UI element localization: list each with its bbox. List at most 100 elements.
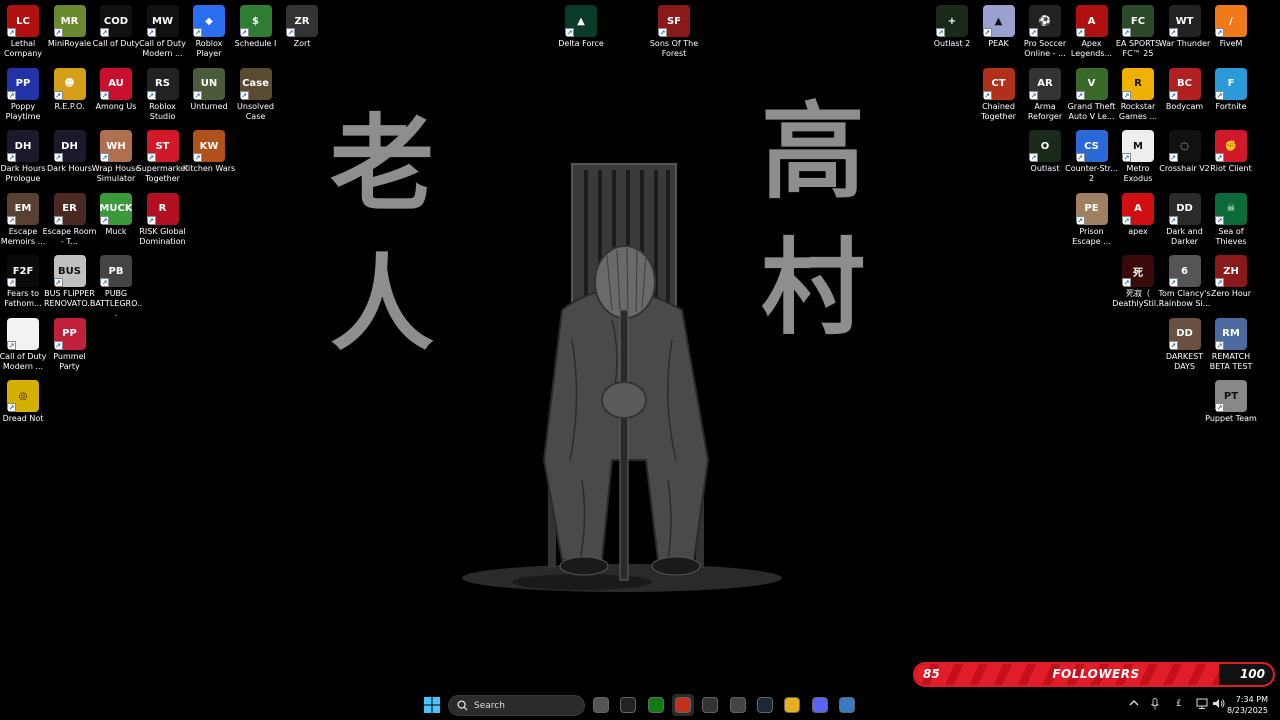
- desktop-icon-escape-memoirs[interactable]: EM ↗ Escape Memoirs ...: [0, 192, 46, 247]
- desktop-icon-delta-force[interactable]: ▲ ↗ Delta Force: [558, 5, 604, 49]
- desktop-icon-lethal-company[interactable]: LC ↗ Lethal Company: [0, 5, 46, 59]
- desktop-icon-metro-exodus[interactable]: M ↗ Metro Exodus: [1115, 130, 1161, 184]
- shortcut-arrow-icon: ↗: [193, 153, 202, 162]
- desktop-icon-label: Fortnite: [1215, 101, 1247, 111]
- desktop-icon-call-of-duty[interactable]: COD ↗ Call of Duty: [93, 5, 139, 49]
- desktop-icon-schedule-i[interactable]: $ ↗ Schedule I: [233, 5, 279, 49]
- steam-icon: [757, 697, 773, 713]
- desktop-icon-darkest-days[interactable]: DD ↗ DARKEST DAYS: [1162, 317, 1208, 372]
- desktop-icon-arma-reforger[interactable]: AR ↗ Arma Reforger: [1022, 67, 1068, 122]
- desktop-icon-apex[interactable]: A ↗ apex: [1115, 192, 1161, 237]
- desktop-icon-fortnite[interactable]: F ↗ Fortnite: [1208, 67, 1254, 112]
- desktop-icon-bus-flipper-renovato[interactable]: BUS ↗ BUS FLIPPER RENOVATO...: [44, 255, 95, 309]
- desktop-icon-puppet-team[interactable]: PT ↗ Puppet Team: [1205, 380, 1257, 424]
- desktop-icon-ea-sports-fc-25[interactable]: FC ↗ EA SPORTS FC™ 25: [1115, 5, 1161, 59]
- photos-button[interactable]: [836, 694, 858, 716]
- desktop-icon-counter-str-2[interactable]: CS ↗ Counter-Str... 2: [1065, 130, 1118, 184]
- desktop-icon-kitchen-wars[interactable]: KW ↗ Kitchen Wars: [183, 130, 235, 174]
- desktop-icon-bodycam[interactable]: BC ↗ Bodycam: [1162, 67, 1208, 112]
- desktop-icon-tom-clancy-s-rainbow-si[interactable]: 6 ↗ Tom Clancy's Rainbow Si...: [1158, 255, 1211, 309]
- taskbar-clock[interactable]: 7:34 PM 8/23/2025: [1227, 694, 1268, 716]
- desktop-icon-war-thunder[interactable]: WT ↗ War Thunder: [1159, 5, 1210, 49]
- app-icon: EM ↗: [7, 192, 39, 225]
- desktop-icon-zort[interactable]: ZR ↗ Zort: [279, 5, 325, 49]
- input-language-indicator[interactable]: £: [1176, 699, 1182, 709]
- desktop-icon-rockstar-games[interactable]: R ↗ Rockstar Games ...: [1115, 67, 1161, 122]
- desktop-icon-outlast-2[interactable]: + ↗ Outlast 2: [929, 5, 975, 49]
- desktop-icon-sons-of-the-forest[interactable]: SF ↗ Sons Of The Forest: [650, 5, 698, 59]
- desktop-icon-r-e-p-o[interactable]: ☻ ↗ R.E.P.O.: [47, 67, 93, 112]
- desktop-icon-wrap-house-simulator[interactable]: WH ↗ Wrap House Simulator: [92, 130, 140, 184]
- desktop-icon-outlast[interactable]: O ↗ Outlast: [1022, 130, 1068, 174]
- app-icon: AU ↗: [100, 67, 132, 100]
- desktop-icon-riot-client[interactable]: ✊ ↗ Riot Client: [1208, 130, 1254, 174]
- desktop-icon-peak[interactable]: ▲ ↗ PEAK: [976, 5, 1022, 49]
- taskbar-search-box[interactable]: Search: [448, 695, 585, 716]
- microphone-tray-button[interactable]: [1150, 698, 1160, 713]
- desktop-icon-deathlystil[interactable]: 死 ↗ 死寂（ DeathlyStil...: [1112, 255, 1164, 309]
- desktop-icon-call-of-duty-modern[interactable]: MW ↗ Call of Duty Modern ...: [139, 5, 186, 59]
- desktop-icon-apex-legends[interactable]: A ↗ Apex Legends...: [1069, 5, 1115, 59]
- app-icon-glyph: AU: [108, 78, 124, 89]
- desktop-icon-prison-escape[interactable]: PE ↗ Prison Escape ...: [1069, 192, 1115, 247]
- desktop-icon-label: PUBG BATTLEGRO...: [89, 289, 143, 318]
- app-icon-glyph: ▲: [577, 15, 585, 27]
- file-explorer-button[interactable]: [781, 694, 803, 716]
- desktop-icon-call-of-duty-modern[interactable]: ↗ Call of Duty Modern ...: [0, 317, 46, 372]
- desktop-icon-unturned[interactable]: UN ↗ Unturned: [186, 67, 232, 112]
- desktop-icon-roblox-studio[interactable]: RS ↗ Roblox Studio: [140, 67, 186, 122]
- discord-button[interactable]: [809, 694, 831, 716]
- desktop-icon-label: Zero Hour: [1210, 289, 1252, 298]
- app-icon: F2F ↗: [7, 255, 39, 287]
- desktop-icon-among-us[interactable]: AU ↗ Among Us: [93, 67, 139, 112]
- desktop-icon-fears-to-fathom[interactable]: F2F ↗ Fears to Fathom...: [0, 255, 46, 309]
- shortcut-arrow-icon: ↗: [53, 28, 63, 37]
- desktop-icon-escape-room-t[interactable]: ER ↗ Escape Room - T...: [43, 192, 96, 247]
- desktop-icon-risk-global-domination[interactable]: R ↗ RISK Global Domination: [139, 192, 186, 247]
- taskbar: Search £ 7:34 PM 8/23/2025: [0, 690, 1280, 720]
- desktop-icon-pro-soccer-online[interactable]: ⚽ ↗ Pro Soccer Online - ...: [1022, 5, 1068, 59]
- medal-button[interactable]: [727, 694, 749, 716]
- desktop-icon-poppy-playtime[interactable]: PP ↗ Poppy Playtime: [0, 67, 46, 122]
- epic-button[interactable]: [699, 694, 721, 716]
- app-icon-glyph: PT: [1223, 390, 1239, 402]
- desktop-icon-miniroyale[interactable]: MR ↗ MiniRoyale: [47, 5, 93, 49]
- desktop-icon-zero-hour[interactable]: ZH ↗ Zero Hour: [1208, 255, 1254, 299]
- network-tray-button[interactable]: [1196, 698, 1208, 712]
- app-icon-glyph: R: [1134, 78, 1142, 89]
- desktop-icon-dark-and-darker[interactable]: DD ↗ Dark and Darker: [1162, 192, 1208, 247]
- desktop-icon-pubg-battlegro[interactable]: PB ↗ PUBG BATTLEGRO...: [90, 255, 142, 319]
- desktop-icon-unsolved-case[interactable]: Case ↗ Unsolved Case: [233, 67, 279, 122]
- desktop-icon-sea-of-thieves[interactable]: ☠ ↗ Sea of Thieves: [1208, 192, 1254, 247]
- desktop-icon-grand-theft-auto-v-le[interactable]: V ↗ Grand Theft Auto V Le...: [1068, 67, 1115, 122]
- widgets-button[interactable]: [590, 694, 612, 716]
- desktop-icon-fivem[interactable]: / ↗ FiveM: [1208, 5, 1254, 49]
- app-icon: ZR ↗: [286, 5, 318, 37]
- volume-tray-button[interactable]: [1212, 698, 1225, 712]
- logitech-button[interactable]: [617, 694, 639, 716]
- desktop-icon-dread-not[interactable]: ◎ ↗ Dread Not: [0, 380, 46, 424]
- desktop-icon-label: Riot Client: [1210, 164, 1252, 173]
- app-icon-glyph: ◎: [18, 390, 28, 402]
- desktop-icon-dark-hours-prologue[interactable]: DH ↗ Dark Hours Prologue: [0, 130, 46, 184]
- desktop-icon-pummel-party[interactable]: PP ↗ Pummel Party: [47, 317, 93, 372]
- brave-button[interactable]: [672, 694, 694, 716]
- app-icon-glyph: ST: [155, 140, 170, 152]
- desktop-icon-crosshair-v2[interactable]: ◌ ↗ Crosshair V2: [1159, 130, 1210, 174]
- desktop-icon-label: FiveM: [1219, 39, 1243, 48]
- start-button[interactable]: [421, 694, 443, 716]
- desktop-icon-muck[interactable]: MUCK ↗ Muck: [93, 192, 139, 237]
- desktop-icon-roblox-player[interactable]: ◆ ↗ Roblox Player: [186, 5, 232, 59]
- desktop-icon-rematch-beta-test[interactable]: RM ↗ REMATCH BETA TEST: [1208, 317, 1254, 372]
- steam-button[interactable]: [754, 694, 776, 716]
- desktop-icon-supermarket-together[interactable]: ST ↗ Supermarket Together: [137, 130, 188, 184]
- shortcut-arrow-icon: ↗: [146, 215, 156, 225]
- app-icon: WH ↗: [100, 130, 132, 162]
- desktop-icon-dark-hours[interactable]: DH ↗ Dark Hours: [47, 130, 93, 174]
- chevron-up-icon: [1129, 700, 1139, 706]
- xbox-button[interactable]: [645, 694, 667, 716]
- desktop-icon-chained-together[interactable]: CT ↗ Chained Together: [976, 67, 1022, 122]
- show-hidden-icons-button[interactable]: [1129, 698, 1139, 711]
- app-icon-glyph: CT: [991, 78, 1006, 89]
- shortcut-arrow-icon: ↗: [100, 215, 109, 225]
